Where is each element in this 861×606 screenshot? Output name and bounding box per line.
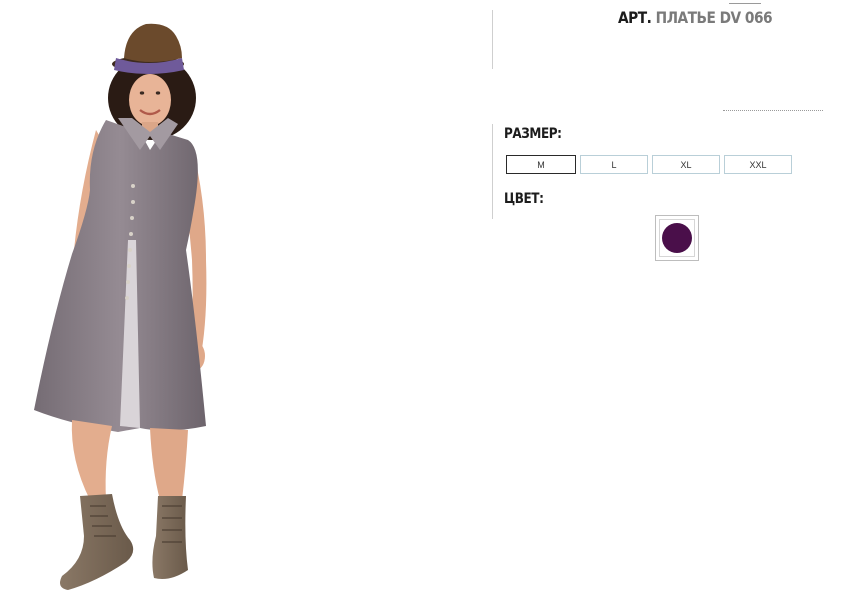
right-leg — [150, 428, 188, 500]
dress — [34, 120, 206, 432]
size-option-xl[interactable]: XL — [652, 155, 720, 174]
size-option-l[interactable]: L — [580, 155, 648, 174]
left-leg — [71, 420, 112, 500]
product-photo-illustration — [34, 23, 207, 590]
hat-crown — [124, 23, 182, 62]
product-title: АРТ. ПЛАТЬЕ DV 066 — [618, 8, 773, 27]
product-image[interactable] — [0, 0, 360, 601]
article-name: ПЛАТЬЕ DV 066 — [655, 8, 773, 27]
color-swatch-purple[interactable] — [655, 215, 699, 261]
left-boot — [60, 494, 134, 590]
swatch-color-dot — [662, 223, 692, 253]
dotted-separator — [723, 110, 823, 111]
size-label: РАЗМЕР: — [504, 126, 562, 142]
color-label: ЦВЕТ: — [504, 191, 544, 207]
face — [129, 74, 171, 126]
article-prefix: АРТ. — [618, 8, 652, 27]
right-boot — [152, 496, 188, 579]
size-option-xxl[interactable]: XXL — [724, 155, 792, 174]
swatch-frame — [659, 219, 695, 257]
size-options: M L XL XXL — [506, 155, 792, 174]
title-accent-line — [729, 3, 761, 4]
panel-divider-middle — [492, 124, 493, 219]
panel-divider-top — [492, 10, 493, 69]
size-option-m[interactable]: M — [506, 155, 576, 174]
